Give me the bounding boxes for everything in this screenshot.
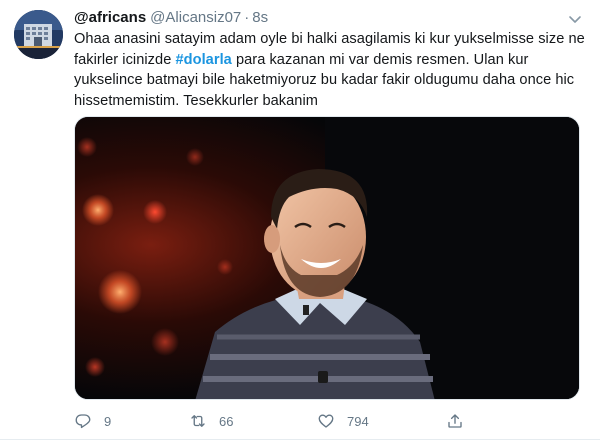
share-button[interactable] xyxy=(446,408,464,434)
share-icon xyxy=(448,414,462,428)
tweet-actions: 9 66 794 xyxy=(74,408,494,436)
like-button[interactable]: 794 xyxy=(317,408,369,434)
hashtag-link[interactable]: #dolarla xyxy=(175,52,231,68)
tweet-photo[interactable] xyxy=(74,116,580,400)
separator-dot: · xyxy=(244,9,250,26)
chevron-down-icon[interactable] xyxy=(566,10,584,28)
heart-icon xyxy=(318,414,334,428)
retweet-icon xyxy=(191,415,205,427)
timestamp[interactable]: 8s xyxy=(252,9,268,26)
retweet-button[interactable]: 66 xyxy=(189,408,233,434)
user-handle[interactable]: @Alicansiz07 xyxy=(150,9,241,26)
retweet-count: 66 xyxy=(219,413,234,429)
reply-icon xyxy=(75,414,91,429)
reply-count: 9 xyxy=(104,413,112,429)
tweet-text: Ohaa anasini satayim adam oyle bi halki … xyxy=(74,29,586,111)
avatar[interactable] xyxy=(14,10,63,59)
tweet-header: @africans @Alicansiz07 · 8s xyxy=(74,9,570,27)
like-count: 794 xyxy=(347,413,369,429)
display-name[interactable]: @africans xyxy=(74,9,146,26)
reply-button[interactable]: 9 xyxy=(74,408,111,434)
tweet-card[interactable]: @africans @Alicansiz07 · 8s Ohaa anasini… xyxy=(0,0,600,440)
